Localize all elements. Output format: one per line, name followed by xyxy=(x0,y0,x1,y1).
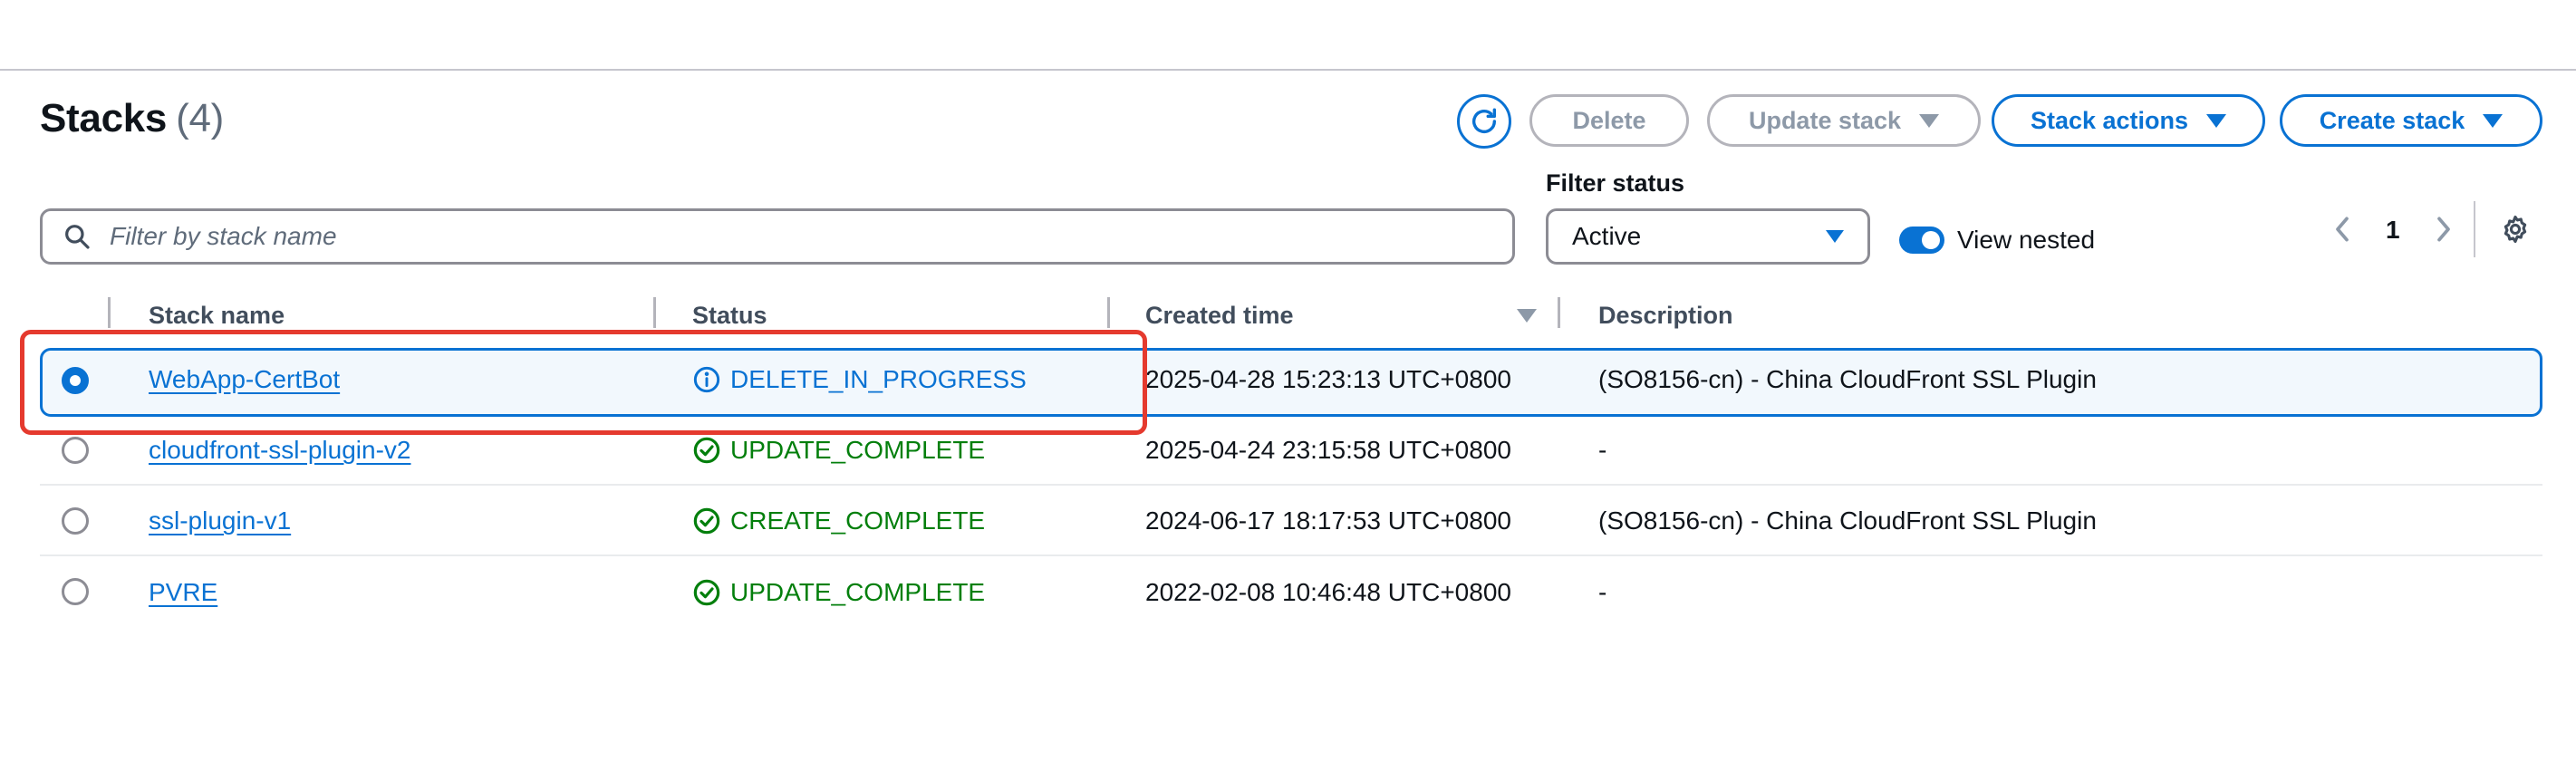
stack-name-link[interactable]: PVRE xyxy=(149,578,217,607)
table-row[interactable]: WebApp-CertBot DELETE_IN_PROGRESS 2025-0… xyxy=(40,348,2542,417)
column-divider xyxy=(1107,297,1110,328)
status-badge: UPDATE_COMPLETE xyxy=(692,436,985,465)
delete-button[interactable]: Delete xyxy=(1529,94,1689,147)
create-stack-button[interactable]: Create stack xyxy=(2280,94,2542,147)
stack-actions-button[interactable]: Stack actions xyxy=(1992,94,2265,147)
update-stack-button[interactable]: Update stack xyxy=(1707,94,1981,147)
pager-divider xyxy=(2474,201,2475,257)
check-circle-icon xyxy=(693,579,720,606)
description: (SO8156-cn) - China CloudFront SSL Plugi… xyxy=(1598,365,2097,393)
column-header-description[interactable]: Description xyxy=(1598,292,1733,339)
description: (SO8156-cn) - China CloudFront SSL Plugi… xyxy=(1598,506,2097,535)
column-divider xyxy=(1558,297,1560,328)
status-badge: UPDATE_COMPLETE xyxy=(692,578,985,607)
search-field[interactable] xyxy=(40,208,1515,265)
caret-down-icon xyxy=(2206,113,2227,128)
column-header-status[interactable]: Status xyxy=(692,292,767,339)
table-row[interactable]: PVRE UPDATE_COMPLETE 2022-02-08 10:46:48… xyxy=(40,558,2542,627)
page-number[interactable]: 1 xyxy=(2386,216,2400,245)
delete-button-label: Delete xyxy=(1572,106,1646,134)
status-badge: DELETE_IN_PROGRESS xyxy=(692,365,1027,394)
chevron-right-icon xyxy=(2437,217,2450,242)
sort-descending-button[interactable] xyxy=(1517,292,1537,339)
refresh-icon xyxy=(1471,108,1497,133)
filter-status-label: Filter status xyxy=(1546,169,1685,197)
stack-name-link[interactable]: cloudfront-ssl-plugin-v2 xyxy=(149,436,410,465)
caret-down-icon xyxy=(1826,230,1844,243)
status-text: DELETE_IN_PROGRESS xyxy=(730,365,1027,393)
row-radio-button[interactable] xyxy=(62,507,89,535)
created-time: 2024-06-17 18:17:53 UTC+0800 xyxy=(1145,506,1511,535)
create-stack-label: Create stack xyxy=(2319,106,2465,134)
check-circle-icon xyxy=(693,437,720,464)
column-header-stack-name[interactable]: Stack name xyxy=(149,292,285,339)
table-row[interactable]: ssl-plugin-v1 CREATE_COMPLETE 2024-06-17… xyxy=(40,487,2542,556)
check-circle-icon xyxy=(693,507,720,535)
column-divider xyxy=(653,297,656,328)
status-text: UPDATE_COMPLETE xyxy=(730,578,986,606)
description: - xyxy=(1598,578,1607,606)
search-input[interactable] xyxy=(108,221,1471,252)
search-icon xyxy=(63,220,95,253)
page-title: Stacks (4) xyxy=(40,96,224,141)
chevron-left-icon xyxy=(2336,217,2349,242)
created-time: 2022-02-08 10:46:48 UTC+0800 xyxy=(1145,578,1511,606)
description: - xyxy=(1598,436,1607,464)
previous-page-button[interactable] xyxy=(2329,216,2356,243)
caret-down-icon xyxy=(2483,113,2504,128)
view-nested-toggle[interactable] xyxy=(1899,227,1944,254)
header-divider xyxy=(0,69,2576,71)
stack-actions-label: Stack actions xyxy=(2030,106,2189,134)
status-text: CREATE_COMPLETE xyxy=(730,506,986,535)
row-radio-button[interactable] xyxy=(62,367,89,394)
status-badge: CREATE_COMPLETE xyxy=(692,506,985,535)
column-divider xyxy=(108,297,111,328)
caret-down-icon xyxy=(1919,113,1940,128)
created-time: 2025-04-28 15:23:13 UTC+0800 xyxy=(1145,365,1511,393)
stack-name-link[interactable]: ssl-plugin-v1 xyxy=(149,506,291,535)
row-radio-button[interactable] xyxy=(62,437,89,464)
sort-caret-icon xyxy=(1517,308,1537,323)
stack-name-link[interactable]: WebApp-CertBot xyxy=(149,365,340,394)
view-nested-label: View nested xyxy=(1957,226,2096,254)
page-title-text: Stacks xyxy=(40,96,168,140)
refresh-button[interactable] xyxy=(1457,94,1511,149)
update-stack-label: Update stack xyxy=(1748,106,1902,134)
row-radio-button[interactable] xyxy=(62,578,89,605)
status-text: UPDATE_COMPLETE xyxy=(730,436,986,464)
toggle-knob xyxy=(1922,231,1940,249)
filter-status-value: Active xyxy=(1572,222,1642,250)
settings-button[interactable] xyxy=(2499,213,2532,246)
stack-count: (4) xyxy=(176,96,224,140)
info-icon xyxy=(693,366,720,393)
column-header-created-time[interactable]: Created time xyxy=(1145,292,1294,339)
next-page-button[interactable] xyxy=(2430,216,2457,243)
created-time: 2025-04-24 23:15:58 UTC+0800 xyxy=(1145,436,1511,464)
gear-icon xyxy=(2504,215,2527,244)
filter-status-select[interactable]: Active xyxy=(1546,208,1870,265)
table-row[interactable]: cloudfront-ssl-plugin-v2 UPDATE_COMPLETE… xyxy=(40,417,2542,486)
